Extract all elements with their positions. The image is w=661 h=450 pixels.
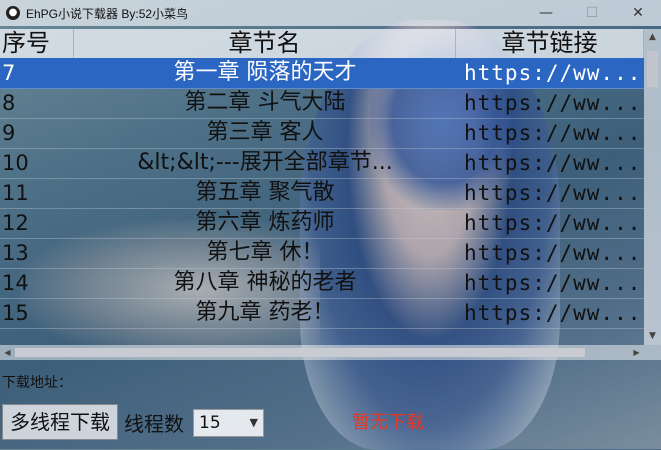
column-header-index[interactable]: 序号 (0, 29, 74, 58)
cell-index: 7 (2, 61, 16, 85)
table-row[interactable]: 13 第七章 休！ https://ww... (0, 238, 644, 269)
cell-chapter-name: 第七章 休！ (206, 240, 324, 265)
cell-chapter-name: 第六章 炼药师 (195, 210, 335, 235)
maximize-button[interactable]: ☐ (569, 0, 615, 26)
cell-chapter-name: 第三章 客人 (206, 120, 324, 145)
cell-index: 12 (2, 211, 29, 235)
cell-chapter-link: https://ww... (464, 61, 642, 85)
window-title: EhPG小说下载器 By:52小菜鸟 (26, 6, 189, 21)
chapter-table[interactable]: 序号 章节名 章节链接 7 第一章 陨落的天才 https://ww... 8 第二章 … (0, 29, 644, 345)
cell-chapter-name: 第九章 药老！ (195, 300, 335, 325)
cell-chapter-link: https://ww... (464, 151, 642, 175)
chevron-down-icon[interactable]: ▼ (250, 410, 258, 436)
cell-index: 9 (2, 121, 16, 145)
minimize-icon: — (539, 5, 553, 21)
cell-chapter-name: 第二章 斗气大陆 (184, 90, 346, 115)
thread-count-select[interactable]: 15 ▼ (193, 409, 264, 437)
vertical-scroll-thumb[interactable] (647, 51, 658, 87)
cell-chapter-link: https://ww... (464, 271, 642, 295)
cell-index: 8 (2, 91, 16, 115)
scroll-left-icon[interactable]: ◀ (0, 345, 15, 360)
cell-index: 10 (2, 151, 29, 175)
table-row[interactable]: 15 第九章 药老！ https://ww... (0, 298, 644, 329)
close-icon: ✕ (632, 5, 644, 21)
vertical-scrollbar[interactable]: ▲ ▼ (644, 29, 661, 345)
scroll-right-icon[interactable]: ▶ (629, 345, 644, 360)
cell-chapter-link: https://ww... (464, 241, 642, 265)
cell-index: 14 (2, 271, 29, 295)
cell-chapter-link: https://ww... (464, 211, 642, 235)
table-row[interactable]: 11 第五章 聚气散 https://ww... (0, 178, 644, 209)
multi-thread-download-button[interactable]: 多线程下载 (2, 404, 118, 440)
maximize-icon: ☐ (585, 5, 599, 21)
cell-index: 11 (2, 181, 29, 205)
scrollbar-corner (644, 345, 661, 360)
scroll-up-icon[interactable]: ▲ (644, 29, 661, 46)
cell-chapter-name: 第八章 神秘的老者 (173, 270, 357, 295)
title-bar: ● EhPG小说下载器 By:52小菜鸟 — ☐ ✕ (0, 0, 661, 26)
column-header-chapter-link[interactable]: 章节链接 (456, 29, 644, 58)
table-row[interactable]: 14 第八章 神秘的老者 https://ww... (0, 268, 644, 299)
table-row[interactable]: 9 第三章 客人 https://ww... (0, 118, 644, 149)
column-header-chapter-name[interactable]: 章节名 (74, 29, 456, 58)
cell-chapter-link: https://ww... (464, 91, 642, 115)
cell-chapter-name: &lt;&lt;---展开全部章节... (137, 150, 393, 175)
cell-chapter-name: 第五章 聚气散 (195, 180, 335, 205)
download-status: 暂无下载 (352, 412, 424, 433)
horizontal-scrollbar[interactable]: ◀ ▶ (0, 345, 644, 360)
table-row[interactable]: 8 第二章 斗气大陆 https://ww... (0, 88, 644, 119)
cell-chapter-link: https://ww... (464, 181, 642, 205)
table-header: 序号 章节名 章节链接 (0, 29, 644, 59)
table-row[interactable]: 12 第六章 炼药师 https://ww... (0, 208, 644, 239)
minimize-button[interactable]: — (523, 0, 569, 26)
cell-chapter-name: 第一章 陨落的天才 (173, 60, 357, 85)
cell-index: 13 (2, 241, 29, 265)
download-address-label: 下载地址： (2, 375, 72, 391)
cell-chapter-link: https://ww... (464, 301, 642, 325)
horizontal-scroll-thumb[interactable] (15, 348, 585, 357)
scroll-down-icon[interactable]: ▼ (644, 328, 661, 345)
close-button[interactable]: ✕ (615, 0, 661, 26)
app-logo-icon: ● (6, 6, 20, 20)
table-row[interactable]: 10 &lt;&lt;---展开全部章节... https://ww... (0, 148, 644, 179)
table-row[interactable]: 7 第一章 陨落的天才 https://ww... (0, 58, 644, 89)
cell-chapter-link: https://ww... (464, 121, 642, 145)
thread-count-label: 线程数 (124, 412, 184, 436)
thread-count-value: 15 (199, 413, 221, 433)
cell-index: 15 (2, 301, 29, 325)
